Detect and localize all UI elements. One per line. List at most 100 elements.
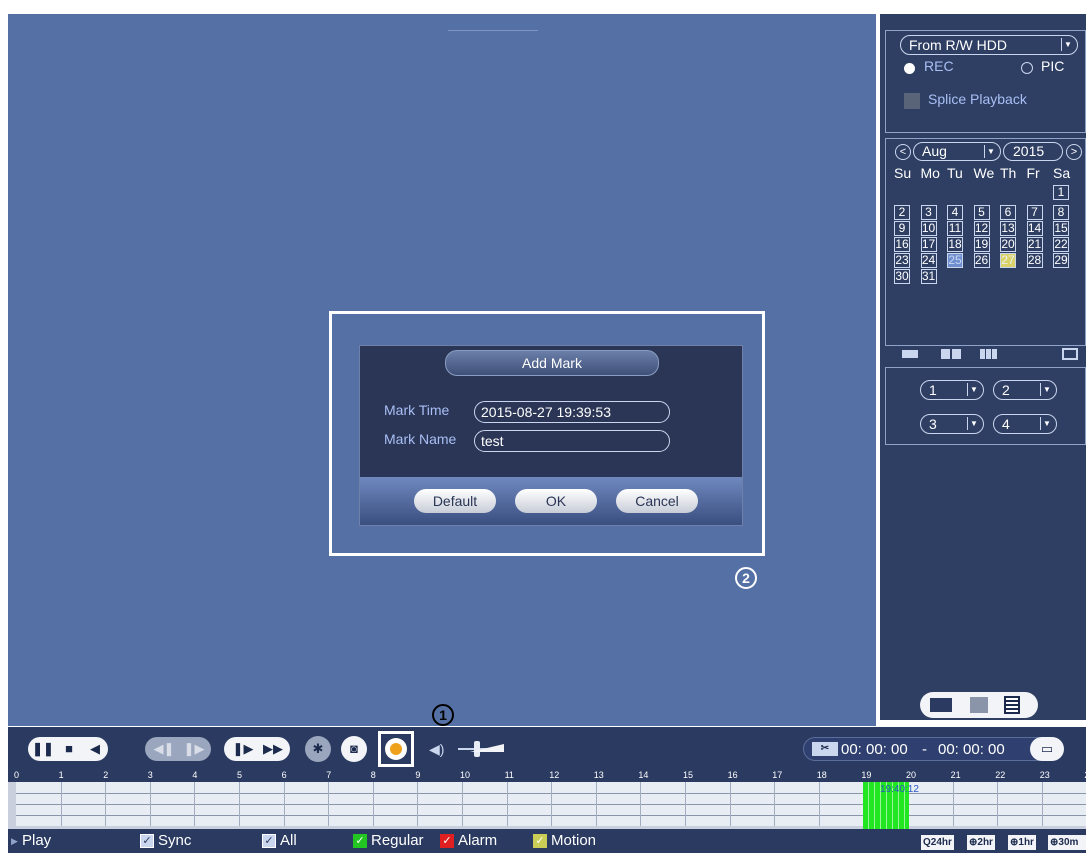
regular-checkbox[interactable]: ✓	[353, 834, 367, 848]
channel-select-4[interactable]: 4 ▼	[993, 414, 1057, 434]
calendar-day[interactable]: 16	[894, 237, 910, 252]
step-forward-icon[interactable]: ❚▶	[179, 737, 209, 761]
calendar-day[interactable]: 26	[973, 253, 990, 268]
mark-button[interactable]	[385, 738, 407, 760]
splice-playback-checkbox[interactable]	[904, 93, 920, 109]
calendar-day[interactable]: 12	[973, 221, 990, 236]
channel-panel: 1 ▼ 2 ▼ 3 ▼ 4 ▼	[885, 367, 1086, 445]
save-icon[interactable]: ▭	[1030, 737, 1064, 761]
grid-col-line	[551, 782, 553, 826]
calendar-day[interactable]: 21	[1026, 237, 1043, 252]
calendar-day[interactable]: 3	[920, 205, 937, 220]
calendar-day[interactable]: 31	[920, 269, 937, 284]
channel-select-1[interactable]: 1 ▼	[920, 380, 984, 400]
calendar-day[interactable]: 4	[947, 205, 963, 220]
sync-checkbox[interactable]: ✓	[140, 834, 154, 848]
callout-one: 1	[432, 704, 454, 726]
fast-play-icon[interactable]: ▶▶	[258, 737, 288, 761]
mark-button-highlight	[378, 731, 414, 767]
zoom-1hr-button[interactable]: ⊕1hr	[1008, 835, 1036, 850]
motion-checkbox[interactable]: ✓	[533, 834, 547, 848]
clip-icon[interactable]: ✂	[812, 742, 838, 756]
calendar-day[interactable]: 24	[920, 253, 937, 268]
calendar-day[interactable]: 30	[894, 269, 910, 284]
motion-label: Motion	[551, 832, 597, 849]
calendar-day[interactable]: 25	[947, 253, 963, 268]
channel-select-3[interactable]: 3 ▼	[920, 414, 984, 434]
calendar-day[interactable]: 5	[973, 205, 990, 220]
stop-icon[interactable]: ■	[56, 737, 82, 761]
calendar-day[interactable]: 17	[920, 237, 937, 252]
play-control-group: ❚❚ ■ ◀	[28, 737, 108, 761]
hour-tick: 18	[816, 770, 827, 780]
calendar-day[interactable]: 6	[1000, 205, 1016, 220]
calendar-day[interactable]: 11	[947, 221, 963, 236]
alarm-checkbox[interactable]: ✓	[440, 834, 454, 848]
right-panel: From R/W HDD ▼ REC PIC Splice Playback <…	[880, 14, 1086, 720]
calendar-day[interactable]: 29	[1053, 253, 1069, 268]
hour-tick: 22	[995, 770, 1006, 780]
cancel-button[interactable]: Cancel	[616, 489, 698, 513]
zoom-label: 24hr	[930, 837, 952, 848]
calendar-day[interactable]: 13	[1000, 221, 1016, 236]
rec-radio[interactable]	[904, 63, 915, 74]
clip-separator: -	[922, 741, 927, 758]
zoom-label: 2hr	[977, 837, 993, 848]
hour-tick: 12	[549, 770, 560, 780]
hour-tick: 16	[727, 770, 738, 780]
calendar-day[interactable]: 18	[947, 237, 963, 252]
file-list-icon[interactable]	[930, 698, 952, 712]
calendar-day[interactable]: 2	[894, 205, 910, 220]
next-month-icon[interactable]: >	[1066, 144, 1082, 160]
year-select[interactable]: 2015	[1003, 142, 1063, 161]
volume-slider-handle[interactable]	[474, 741, 480, 757]
reverse-play-icon[interactable]: ◀	[82, 737, 108, 761]
single-view-icon[interactable]	[902, 350, 918, 358]
zoom-30m-button[interactable]: ⊕30m	[1048, 835, 1086, 850]
splice-playback-label: Splice Playback	[928, 91, 1027, 107]
calendar-day[interactable]: 15	[1053, 221, 1069, 236]
timeline[interactable]: 0123456789101112131415161718192021222324…	[8, 769, 1086, 829]
smart-search-icon[interactable]: ✱	[305, 736, 331, 762]
all-checkbox[interactable]: ✓	[262, 834, 276, 848]
prev-month-icon[interactable]: <	[895, 144, 911, 160]
nine-view-icon[interactable]	[980, 349, 998, 359]
fullscreen-icon[interactable]	[1062, 348, 1078, 360]
calendar-day[interactable]: 9	[894, 221, 910, 236]
zoom-2hr-button[interactable]: ⊕2hr	[967, 835, 995, 850]
step-back-icon[interactable]: ◀❚	[149, 737, 179, 761]
calendar-day[interactable]: 22	[1053, 237, 1069, 252]
month-select[interactable]: Aug ▼	[913, 142, 1001, 161]
default-button[interactable]: Default	[414, 489, 496, 513]
list-icon[interactable]	[1004, 696, 1020, 714]
calendar-day[interactable]: 14	[1026, 221, 1043, 236]
snapshot-icon[interactable]: ◙	[341, 736, 367, 762]
mark-list-icon[interactable]	[970, 697, 988, 713]
mark-time-field[interactable]: 2015-08-27 19:39:53	[474, 401, 670, 423]
source-select[interactable]: From R/W HDD ▼	[900, 35, 1078, 55]
calendar-day[interactable]: 28	[1026, 253, 1043, 268]
quad-view-icon[interactable]	[941, 349, 961, 359]
hour-tick: 15	[683, 770, 694, 780]
volume-icon[interactable]: ◀)	[429, 741, 444, 758]
pause-icon[interactable]: ❚❚	[30, 737, 56, 761]
ok-button[interactable]: OK	[515, 489, 597, 513]
pic-label: PIC	[1041, 58, 1065, 74]
grid-col-line	[462, 782, 463, 826]
pic-radio[interactable]	[1021, 62, 1033, 74]
zoom-24hr-button[interactable]: Q24hr	[921, 835, 954, 850]
slow-play-icon[interactable]: ❚▶	[228, 737, 258, 761]
legend-bar: ▶ Play ✓ Sync ✓ All ✓ Regular ✓ Alarm ✓ …	[8, 829, 1086, 853]
calendar-day[interactable]: 27	[1000, 253, 1016, 268]
hour-tick: 8	[370, 770, 376, 780]
calendar-day[interactable]: 8	[1053, 205, 1069, 220]
weekday-label: Tu	[947, 165, 963, 181]
mark-name-field[interactable]: test	[474, 430, 670, 452]
calendar-day[interactable]: 7	[1026, 205, 1043, 220]
calendar-day[interactable]: 1	[1053, 185, 1069, 200]
calendar-day[interactable]: 23	[894, 253, 910, 268]
channel-select-2[interactable]: 2 ▼	[993, 380, 1057, 400]
calendar-day[interactable]: 10	[920, 221, 937, 236]
calendar-day[interactable]: 19	[973, 237, 990, 252]
calendar-day[interactable]: 20	[1000, 237, 1016, 252]
